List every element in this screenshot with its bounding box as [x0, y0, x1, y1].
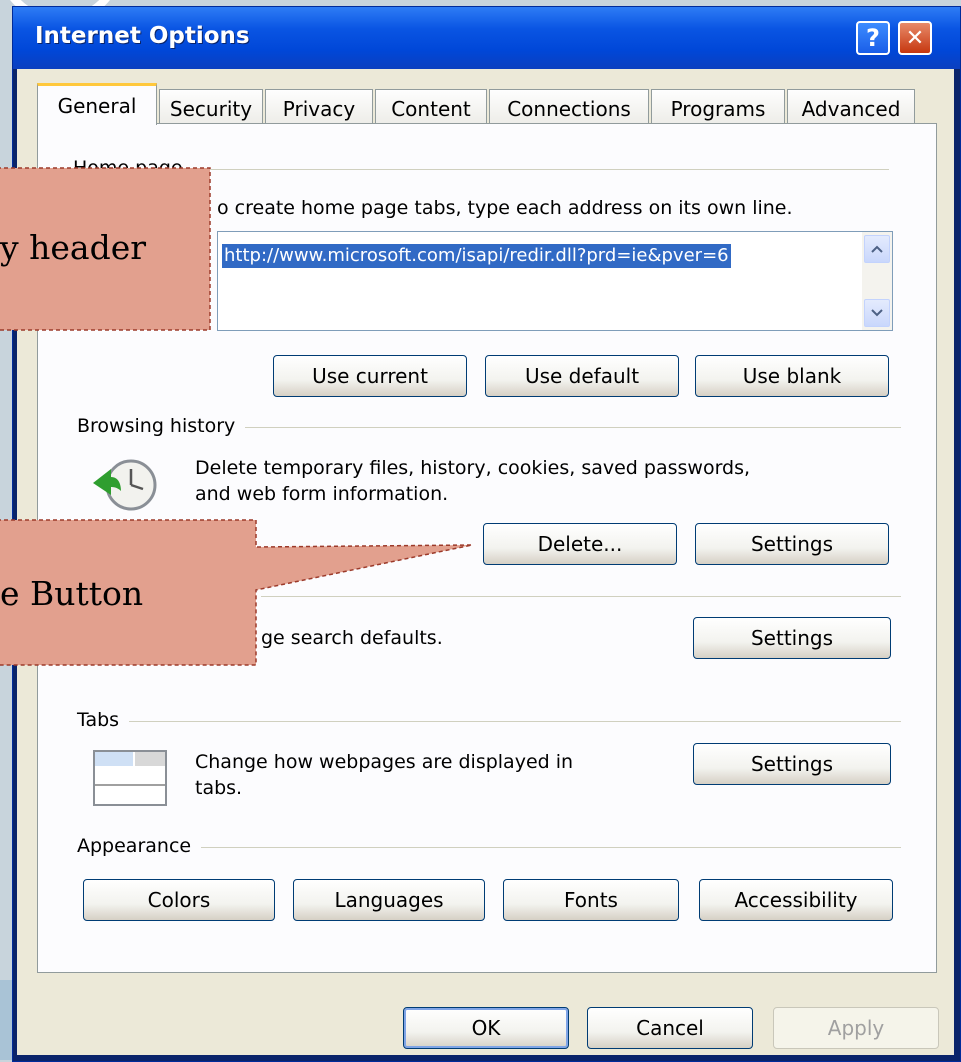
- tab-label: General: [57, 93, 137, 118]
- callout-shapes: [0, 167, 473, 666]
- delete-button-callout-text: e Button: [0, 574, 144, 613]
- history-header-callout-text: y header: [0, 228, 147, 267]
- tab-general[interactable]: General: [37, 83, 157, 125]
